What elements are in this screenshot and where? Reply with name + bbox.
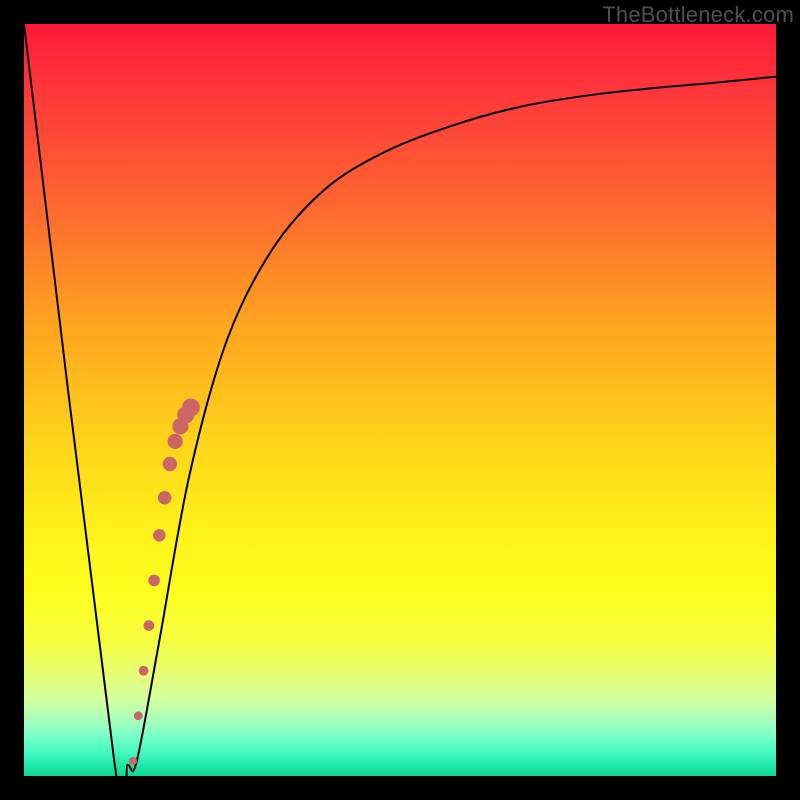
bottleneck-curve <box>24 24 776 800</box>
highlight-dot <box>153 529 166 542</box>
bottleneck-curve-path <box>24 24 776 800</box>
highlight-dot <box>139 666 149 676</box>
highlight-markers <box>129 399 200 765</box>
chart-overlay <box>24 24 776 776</box>
highlight-dot <box>168 434 183 449</box>
highlight-dot <box>134 711 143 720</box>
highlight-dot <box>129 757 137 765</box>
highlight-dot <box>148 575 160 587</box>
highlight-dot <box>182 399 200 417</box>
highlight-dot <box>143 620 154 631</box>
highlight-dot <box>158 491 171 504</box>
highlight-dot <box>163 457 177 471</box>
